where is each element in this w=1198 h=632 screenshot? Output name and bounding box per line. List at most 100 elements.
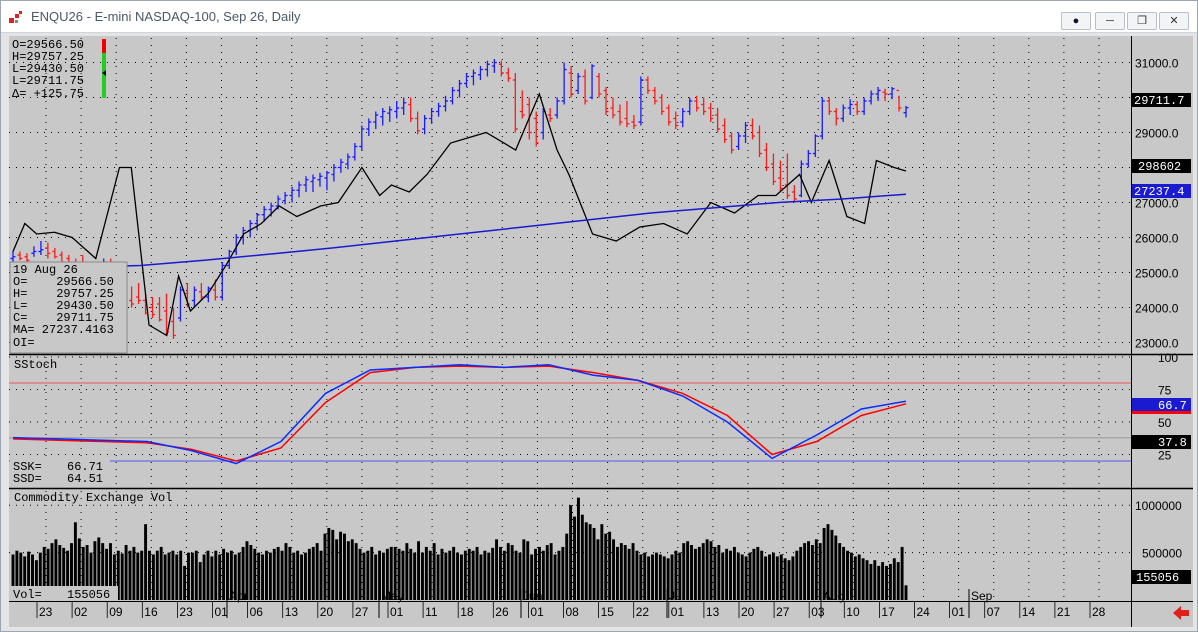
svg-text:27237.4: 27237.4 xyxy=(1134,185,1184,199)
data-window: 19 Aug 26 O= 29566.50 H= 29757.25 L= 294… xyxy=(9,261,128,354)
volume-bar xyxy=(323,533,327,600)
volume-bar xyxy=(459,554,463,600)
volume-bar xyxy=(155,550,159,600)
volume-bar xyxy=(491,547,495,600)
volume-bar xyxy=(190,552,194,600)
volume-bar xyxy=(210,556,214,600)
volume-bar xyxy=(580,514,584,600)
volume-bar xyxy=(752,548,756,600)
time-axis-day-label: 01 xyxy=(530,605,544,619)
volume-bar xyxy=(374,554,378,600)
volume-bar xyxy=(456,552,460,600)
volume-bar xyxy=(596,539,600,600)
volume-bar xyxy=(120,553,124,600)
chart-canvas[interactable]: 31000.030000.029000.028000.027000.026000… xyxy=(1,1,1197,631)
volume-bar xyxy=(432,543,436,600)
volume-bar xyxy=(307,548,311,600)
time-axis-day-label: 06 xyxy=(250,605,264,619)
time-axis-day-label: 17 xyxy=(881,605,895,619)
volume-bar xyxy=(331,529,335,600)
volume-bar xyxy=(881,562,885,600)
volume-bar xyxy=(709,541,713,600)
volume-bar xyxy=(366,550,370,600)
time-axis-month-label: Jun xyxy=(523,589,542,603)
time-axis-day-label: 27 xyxy=(776,605,790,619)
volume-bar xyxy=(257,552,261,600)
volume-bar xyxy=(627,548,631,600)
volume-bar xyxy=(495,539,499,600)
volume-bar xyxy=(311,546,315,600)
volume-bar xyxy=(686,541,690,600)
volume-bar xyxy=(159,546,163,600)
volume-bar xyxy=(608,531,612,600)
volume-bar xyxy=(448,550,452,600)
volume-bar xyxy=(444,552,448,600)
value-axis xyxy=(1131,36,1193,601)
last-ssk-badge: 66.7 xyxy=(1132,398,1191,414)
volume-bar xyxy=(498,546,502,600)
volume-bar xyxy=(717,545,721,600)
volume-bar xyxy=(436,554,440,600)
stoch-readout: SSK= 66.71 SSD= 64.51 xyxy=(10,458,110,487)
volume-bar xyxy=(787,560,791,600)
volume-bar xyxy=(721,552,725,600)
volume-bar xyxy=(729,550,732,600)
volume-tick-label: 1000000 xyxy=(1135,499,1182,513)
volume-bar xyxy=(151,554,155,600)
svg-text:155056: 155056 xyxy=(1136,571,1179,585)
volume-bar xyxy=(179,550,183,600)
price-panel[interactable] xyxy=(9,36,1131,354)
volume-bar xyxy=(892,558,896,600)
volume-bar xyxy=(280,550,284,600)
volume-bar xyxy=(705,539,709,600)
time-axis-day-label: 01 xyxy=(952,605,966,619)
volume-bar xyxy=(268,552,272,600)
ssd-value: 64.51 xyxy=(67,472,103,486)
volume-bar xyxy=(452,546,456,600)
volume-bar xyxy=(584,522,588,600)
volume-bar xyxy=(654,552,658,600)
volume-bar xyxy=(315,543,319,600)
volume-bar xyxy=(697,546,701,600)
volume-bar xyxy=(483,550,487,600)
volume-bar xyxy=(569,505,573,600)
volume-bar xyxy=(904,585,908,600)
volume-bar xyxy=(810,545,814,600)
volume-bar xyxy=(265,550,268,600)
volume-bar xyxy=(487,552,491,600)
volume-bar xyxy=(873,560,877,600)
data-window-oi: OI= xyxy=(13,336,35,350)
ohlc-bar-red xyxy=(102,39,106,53)
svg-text:298602: 298602 xyxy=(1138,160,1181,174)
volume-bar xyxy=(888,563,892,600)
volume-bar xyxy=(814,539,818,600)
volume-bar xyxy=(885,565,888,600)
time-axis-day-label: 26 xyxy=(495,605,509,619)
volume-bar xyxy=(732,546,736,600)
volume-bar xyxy=(896,562,900,600)
stoch-tick-label: 75 xyxy=(1158,384,1172,398)
volume-bar xyxy=(343,533,346,600)
volume-bar xyxy=(171,550,175,600)
last-level-badge: 37.8 xyxy=(1132,435,1191,450)
volume-bar xyxy=(623,545,627,600)
time-axis-day-label: 14 xyxy=(1022,605,1036,619)
price-tick-label: 23000.0 xyxy=(1135,337,1179,351)
volume-bar xyxy=(846,550,849,600)
volume-bar xyxy=(296,550,300,600)
volume-bar xyxy=(900,546,904,600)
last-oi-badge: 298602 xyxy=(1132,159,1191,174)
stoch-tick-label: 50 xyxy=(1158,416,1172,430)
volume-bar xyxy=(428,550,432,600)
time-axis-day-label: 01 xyxy=(390,605,404,619)
volume-bar xyxy=(744,556,748,600)
time-axis-day-label: 24 xyxy=(917,605,931,619)
volume-bar xyxy=(510,545,514,600)
time-axis-day-label: 22 xyxy=(636,605,650,619)
volume-bar xyxy=(479,554,483,600)
volume-bar xyxy=(202,554,206,600)
volume-bar xyxy=(261,554,265,600)
time-axis-month-label: Aug xyxy=(823,589,844,603)
time-axis-day-label: 21 xyxy=(1057,605,1071,619)
ssd-label: SSD= xyxy=(13,472,42,486)
